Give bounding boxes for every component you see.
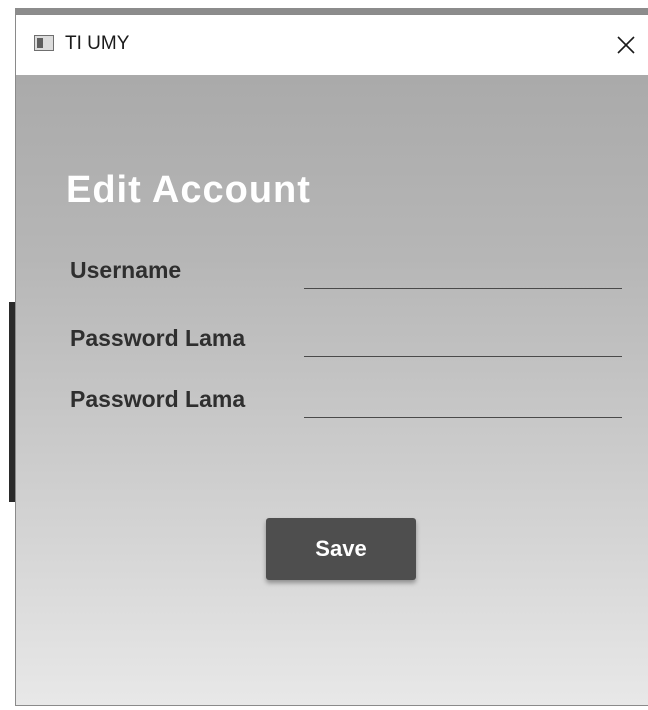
close-button[interactable] [603,15,648,75]
page-title: Edit Account [66,169,311,211]
password-label-2: Password Lama [70,386,246,412]
password-row-2: Password Lama [70,384,630,424]
old-password-field[interactable] [304,323,622,357]
username-label: Username [70,257,182,283]
old-password-label: Password Lama [70,325,246,351]
password-field-2[interactable] [304,384,622,418]
app-window-icon [34,35,54,51]
username-field[interactable] [304,255,622,289]
old-password-row: Password Lama [70,323,630,363]
title-bar[interactable]: TI UMY [16,15,648,75]
close-icon [617,36,635,54]
window-title: TI UMY [65,33,130,54]
save-button[interactable]: Save [266,518,416,580]
username-row: Username [70,255,630,295]
edit-account-window: TI UMY Edit Account Username Password La… [15,14,648,706]
